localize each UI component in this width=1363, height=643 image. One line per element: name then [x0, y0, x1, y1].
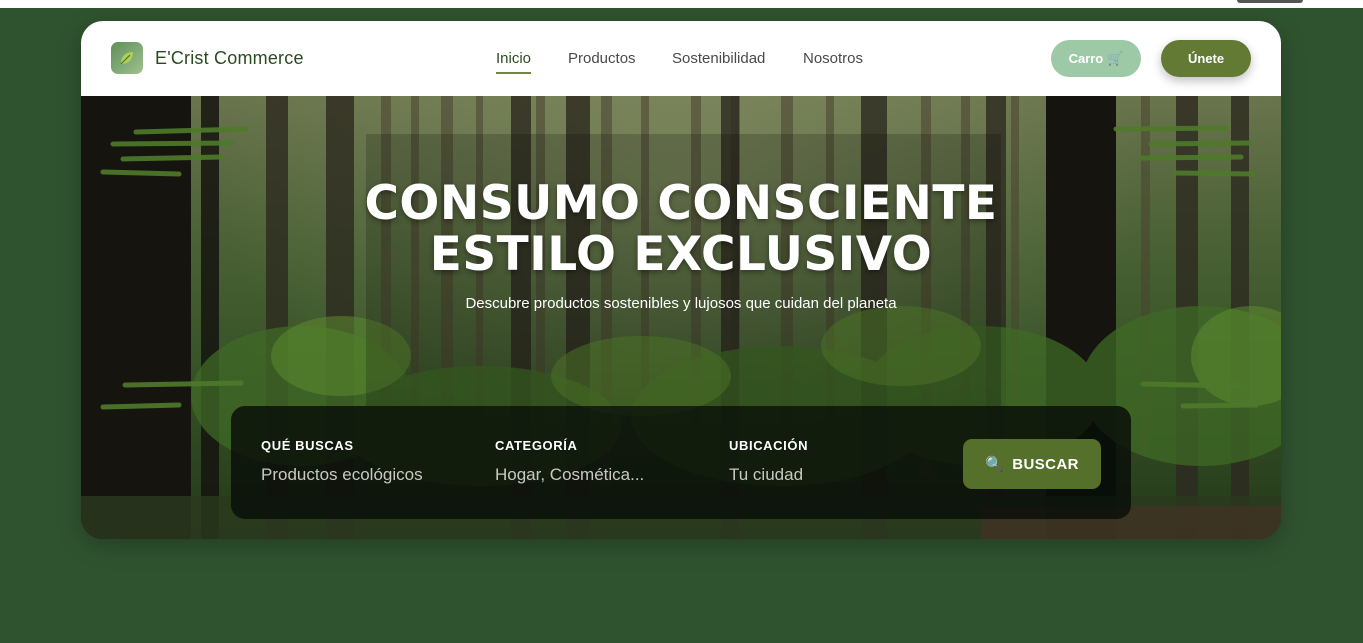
site-header: E'Crist Commerce Inicio Productos Sosten… — [81, 21, 1281, 96]
search-button-label: BUSCAR — [1012, 455, 1079, 473]
hero-subtitle: Descubre productos sostenibles y lujosos… — [465, 295, 897, 312]
search-field-value[interactable]: Hogar, Cosmética... — [495, 465, 644, 485]
cart-button[interactable]: Carro 🛒 — [1051, 40, 1141, 77]
join-label: Únete — [1187, 51, 1225, 66]
logo[interactable] — [111, 42, 143, 74]
cart-label: Carro — [1068, 51, 1104, 66]
search-field-location[interactable]: UBICACIÓN Tu ciudad — [729, 438, 808, 485]
search-field-value[interactable]: Productos ecológicos — [261, 465, 423, 485]
hero-title-line2: ESTILO EXCLUSIVO — [429, 227, 933, 282]
leaf-icon — [120, 52, 133, 65]
search-field-category[interactable]: CATEGORÍA Hogar, Cosmética... — [495, 438, 644, 485]
search-field-label: QUÉ BUSCAS — [261, 438, 354, 453]
nav-item-inicio[interactable]: Inicio — [496, 50, 532, 74]
search-field-label: UBICACIÓN — [729, 438, 809, 453]
cart-icon: 🛒 — [1107, 50, 1124, 66]
join-button[interactable]: Únete — [1161, 40, 1251, 77]
nav-item-sostenibilidad[interactable]: Sostenibilidad — [672, 50, 765, 67]
search-field-value[interactable]: Tu ciudad — [729, 465, 808, 485]
hero-title-line1: CONSUMO CONSCIENTE — [364, 176, 998, 231]
search-button[interactable]: 🔍 BUSCAR — [963, 439, 1101, 489]
search-bar: QUÉ BUSCAS Productos ecológicos CATEGORÍ… — [231, 406, 1131, 519]
browser-top-strip — [0, 0, 1363, 8]
search-field-what[interactable]: QUÉ BUSCAS Productos ecológicos — [261, 438, 423, 485]
nav-item-productos[interactable]: Productos — [568, 50, 636, 67]
hero-section: CONSUMO CONSCIENTE ESTILO EXCLUSIVO Desc… — [81, 96, 1281, 539]
search-field-label: CATEGORÍA — [495, 438, 578, 453]
scroll-knob — [1237, 0, 1303, 3]
brand-name[interactable]: E'Crist Commerce — [155, 48, 304, 69]
nav-item-nosotros[interactable]: Nosotros — [803, 50, 863, 67]
search-icon: 🔍 — [985, 456, 1005, 473]
main-card: E'Crist Commerce Inicio Productos Sosten… — [81, 21, 1281, 539]
